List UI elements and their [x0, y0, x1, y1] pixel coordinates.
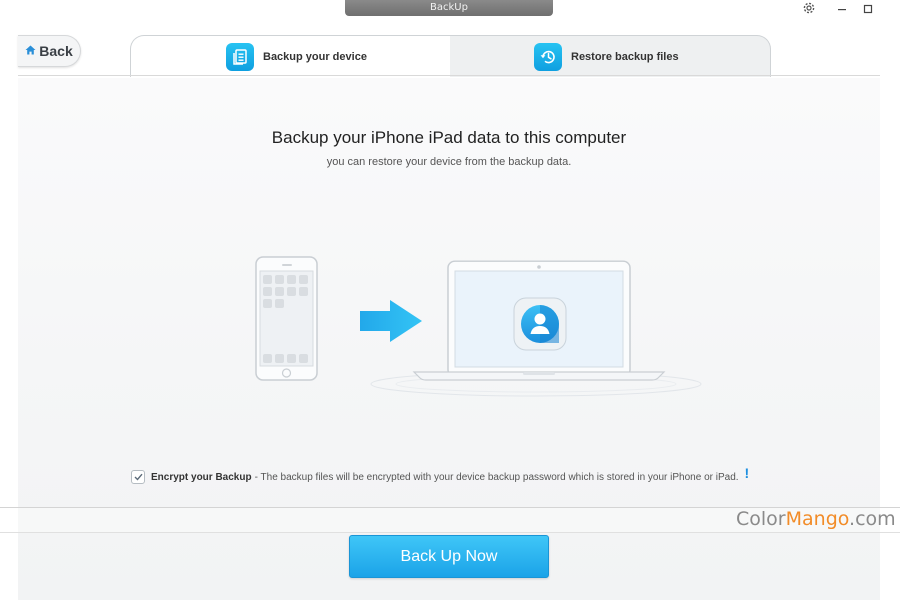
- watermark-part-2: Mango: [785, 508, 850, 530]
- info-icon[interactable]: !: [745, 465, 750, 481]
- watermark: ColorMango.com: [736, 508, 896, 530]
- back-button[interactable]: Back: [18, 35, 81, 67]
- tab-divider: [18, 75, 880, 76]
- phone-icon: [255, 256, 318, 381]
- checkmark-icon: [134, 473, 143, 481]
- watermark-part-3: .com: [849, 508, 896, 530]
- back-up-now-button[interactable]: Back Up Now: [349, 535, 549, 578]
- watermark-part-1: Color: [736, 508, 786, 530]
- back-label: Back: [39, 43, 73, 59]
- backup-illustration: [238, 248, 718, 403]
- title-bar: BackUp: [0, 0, 900, 35]
- page-subtitle: you can restore your device from the bac…: [326, 156, 572, 168]
- document-list-icon: [226, 42, 254, 71]
- minimize-icon: [838, 9, 846, 11]
- tab-restore-backup[interactable]: Restore backup files: [450, 35, 771, 77]
- right-arrow-icon: [360, 300, 422, 342]
- encrypt-checkbox[interactable]: [131, 470, 145, 484]
- settings-button[interactable]: [798, 0, 820, 35]
- app-logo-icon: [513, 297, 567, 351]
- tab-label: Restore backup files: [571, 50, 679, 63]
- maximize-button[interactable]: [858, 0, 878, 18]
- window-title: BackUp: [345, 0, 553, 16]
- home-icon: [25, 45, 36, 58]
- minimize-button[interactable]: [832, 0, 852, 18]
- tab-strip: Back Backup your device Restore backup f…: [18, 18, 880, 78]
- restore-clock-icon: [534, 42, 562, 71]
- maximize-icon: [863, 4, 873, 14]
- page-title: Backup your iPhone iPad data to this com…: [271, 128, 627, 147]
- encrypt-title: Encrypt your Backup: [151, 471, 252, 483]
- tab-label: Backup your device: [263, 50, 367, 63]
- tab-backup-device[interactable]: Backup your device: [130, 35, 452, 77]
- encrypt-option: Encrypt your Backup - The backup files w…: [131, 465, 791, 485]
- encrypt-description: - The backup files will be encrypted wit…: [254, 471, 739, 483]
